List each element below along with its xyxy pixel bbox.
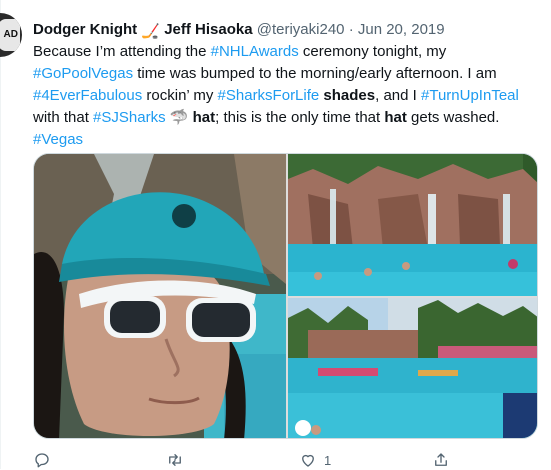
- retweet-icon: [169, 454, 181, 466]
- text-segment: rockin’ my: [142, 87, 218, 104]
- like-count: 1: [324, 452, 332, 468]
- tweet-line-3: #4EverFabulous rockin’ my #SharksForLife…: [33, 85, 543, 107]
- avatar[interactable]: AD: [0, 13, 22, 57]
- hashtag-nhlawards[interactable]: #NHLAwards: [211, 43, 299, 60]
- hashtag-gopoolvegas[interactable]: #GoPoolVegas: [33, 65, 133, 82]
- text-segment: gets washed.: [406, 109, 500, 126]
- bold-text: hat: [384, 109, 407, 126]
- author-name-2[interactable]: Jeff Hisaoka: [164, 21, 252, 38]
- tweet-line-1: Because I’m attending the #NHLAwards cer…: [33, 41, 543, 63]
- hashtag-sharksforlife[interactable]: #SharksForLife: [218, 87, 320, 104]
- bold-text: shades: [319, 87, 376, 104]
- hashtag-vegas[interactable]: #Vegas: [33, 131, 83, 148]
- text-segment: ceremony tonight, my: [298, 43, 447, 60]
- hashtag-turnupinteal[interactable]: #TurnUpInTeal: [421, 87, 519, 104]
- avatar-text: AD: [3, 29, 18, 40]
- tweet-actions: 1: [33, 450, 538, 470]
- tweet-text: Because I’m attending the #NHLAwards cer…: [33, 41, 543, 151]
- media-grid: [33, 153, 538, 439]
- tweet-date[interactable]: Jun 20, 2019: [358, 21, 445, 38]
- header-separator: ·: [348, 21, 354, 38]
- photo-pool-palms[interactable]: [288, 298, 537, 438]
- like-button[interactable]: 1: [299, 450, 331, 470]
- photo-selfie[interactable]: [34, 154, 286, 438]
- text-segment: ; this is the only time that: [215, 109, 385, 126]
- tweet-line-4: with that #SJSharks 🦈 hat; this is the o…: [33, 107, 543, 129]
- share-icon: [435, 453, 447, 466]
- text-segment: Because I’m attending the: [33, 43, 211, 60]
- tweet-line-2: #GoPoolVegas time was bumped to the morn…: [33, 63, 543, 85]
- author-name[interactable]: Dodger Knight: [33, 21, 137, 38]
- shark-icon: 🦈: [169, 109, 189, 126]
- timeline-divider: [0, 0, 1, 469]
- reply-button[interactable]: [33, 450, 58, 470]
- retweet-button[interactable]: [166, 450, 191, 470]
- text-segment: , and I: [375, 87, 421, 104]
- author-handle[interactable]: @teriyaki240: [257, 21, 345, 38]
- text-segment: with that: [33, 109, 94, 126]
- share-button[interactable]: [432, 450, 457, 470]
- text-segment: time was bumped to the morning/early aft…: [133, 65, 497, 82]
- bold-text: hat: [192, 109, 216, 126]
- hashtag-sjsharks[interactable]: #SJSharks: [93, 109, 166, 126]
- tweet-line-5: #Vegas: [33, 129, 543, 151]
- tweet-header: Dodger Knight 🏒 Jeff Hisaoka @teriyaki24…: [33, 21, 445, 41]
- reply-icon: [35, 453, 49, 468]
- hockey-stick-icon: 🏒: [141, 23, 161, 40]
- photo-pool-waterfall[interactable]: [288, 154, 537, 296]
- hashtag-4everfabulous[interactable]: #4EverFabulous: [33, 87, 142, 104]
- like-icon: [302, 454, 314, 467]
